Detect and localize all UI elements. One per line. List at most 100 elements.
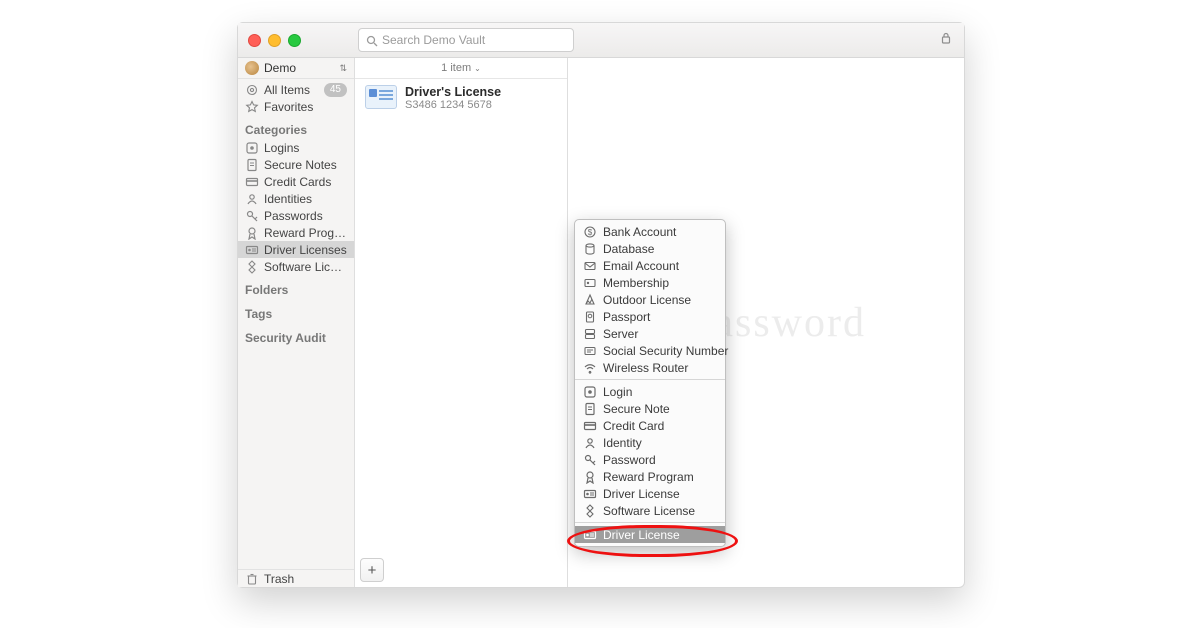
passport-icon — [583, 310, 597, 324]
key-icon — [583, 453, 597, 467]
sidebar-item-label: Secure Notes — [264, 158, 347, 172]
menu-item-label: Social Security Number — [603, 344, 728, 358]
sidebar-category[interactable]: Passwords — [238, 207, 354, 224]
menu-item-label: Driver License — [603, 487, 680, 501]
tags-header: Tags — [238, 299, 354, 323]
vault-selector[interactable]: Demo ⇅ — [238, 58, 354, 79]
identity-icon — [245, 192, 259, 206]
driver-license-icon — [365, 85, 397, 109]
software-icon — [583, 504, 597, 518]
menu-item[interactable]: Reward Program — [575, 468, 725, 485]
trash-icon — [245, 572, 259, 586]
close-window-button[interactable] — [248, 34, 261, 47]
sidebar-item-label: Credit Cards — [264, 175, 347, 189]
menu-item[interactable]: Driver License — [575, 526, 725, 543]
login-icon — [245, 141, 259, 155]
item-count-dropdown[interactable]: 1 item ⌄ — [355, 58, 567, 79]
lock-icon — [939, 31, 954, 46]
menu-item-label: Password — [603, 453, 656, 467]
menu-item-label: Outdoor License — [603, 293, 691, 307]
license-icon — [245, 243, 259, 257]
license-icon — [583, 487, 597, 501]
sidebar-item-label: Software Licen… — [264, 260, 347, 274]
categories-header: Categories — [238, 115, 354, 139]
security-audit-header: Security Audit — [238, 323, 354, 347]
reward-icon — [583, 470, 597, 484]
sidebar-item-label: Reward Progra… — [264, 226, 347, 240]
minimize-window-button[interactable] — [268, 34, 281, 47]
menu-item-label: Email Account — [603, 259, 679, 273]
key-icon — [245, 209, 259, 223]
chevron-updown-icon: ⇅ — [339, 63, 347, 74]
menu-item-label: Login — [603, 385, 632, 399]
sidebar-favorites[interactable]: Favorites — [238, 98, 354, 115]
menu-item[interactable]: Login — [575, 383, 725, 400]
card-icon — [583, 419, 597, 433]
menu-item-label: Wireless Router — [603, 361, 688, 375]
note-icon — [583, 402, 597, 416]
sidebar-category[interactable]: Driver Licenses — [238, 241, 354, 258]
list-item[interactable]: Driver's License S3486 1234 5678 — [355, 79, 567, 117]
search-placeholder: Search Demo Vault — [382, 33, 485, 47]
outdoor-icon — [583, 293, 597, 307]
menu-item[interactable]: Software License — [575, 502, 725, 519]
menu-item[interactable]: Social Security Number — [575, 342, 725, 359]
menu-item-label: Reward Program — [603, 470, 694, 484]
menu-item[interactable]: Server — [575, 325, 725, 342]
sidebar-category[interactable]: Software Licen… — [238, 258, 354, 275]
sidebar-category[interactable]: Identities — [238, 190, 354, 207]
bank-icon — [583, 225, 597, 239]
sidebar-item-label: Driver Licenses — [264, 243, 347, 257]
window-controls — [248, 34, 301, 47]
sidebar-category[interactable]: Credit Cards — [238, 173, 354, 190]
menu-separator — [575, 522, 725, 523]
menu-item[interactable]: Passport — [575, 308, 725, 325]
menu-item-label: Server — [603, 327, 638, 341]
menu-item[interactable]: Outdoor License — [575, 291, 725, 308]
lock-button[interactable] — [939, 31, 954, 46]
app-window: Search Demo Vault Demo ⇅ All Items 45 — [237, 22, 965, 588]
new-item-menu: Bank AccountDatabase Email AccountMembers… — [574, 219, 726, 547]
sidebar-category[interactable]: Secure Notes — [238, 156, 354, 173]
menu-item-label: Credit Card — [603, 419, 664, 433]
menu-item[interactable]: Wireless Router — [575, 359, 725, 376]
sidebar-category[interactable]: Reward Progra… — [238, 224, 354, 241]
menu-item[interactable]: Email Account — [575, 257, 725, 274]
menu-item-label: Secure Note — [603, 402, 670, 416]
mail-icon — [583, 259, 597, 273]
menu-item[interactable]: Driver License — [575, 485, 725, 502]
search-icon — [365, 34, 378, 47]
all-items-count: 45 — [324, 83, 347, 97]
software-icon — [245, 260, 259, 274]
reward-icon — [245, 226, 259, 240]
gear-icon — [245, 83, 259, 97]
ssn-icon — [583, 344, 597, 358]
sidebar-trash[interactable]: Trash — [238, 570, 354, 587]
menu-item-label: Driver License — [603, 528, 680, 542]
sidebar-category[interactable]: Logins — [238, 139, 354, 156]
vault-avatar-icon — [245, 61, 259, 75]
db-icon — [583, 242, 597, 256]
menu-item[interactable]: Secure Note — [575, 400, 725, 417]
menu-item[interactable]: Password — [575, 451, 725, 468]
sidebar-all-items[interactable]: All Items 45 — [238, 81, 354, 98]
wifi-icon — [583, 361, 597, 375]
item-title: Driver's License — [405, 85, 501, 99]
menu-item-label: Identity — [603, 436, 642, 450]
add-item-button[interactable]: + — [360, 558, 384, 582]
menu-item[interactable]: Credit Card — [575, 417, 725, 434]
titlebar: Search Demo Vault — [238, 23, 964, 58]
menu-item[interactable]: Bank Account — [575, 223, 725, 240]
menu-item[interactable]: Identity — [575, 434, 725, 451]
member-icon — [583, 276, 597, 290]
menu-item[interactable]: Membership — [575, 274, 725, 291]
zoom-window-button[interactable] — [288, 34, 301, 47]
menu-item[interactable]: Database — [575, 240, 725, 257]
sidebar-item-label: Identities — [264, 192, 347, 206]
card-icon — [245, 175, 259, 189]
vault-name: Demo — [264, 61, 296, 75]
menu-item-label: Software License — [603, 504, 695, 518]
login-icon — [583, 385, 597, 399]
search-field[interactable]: Search Demo Vault — [358, 28, 574, 52]
menu-item-label: Passport — [603, 310, 650, 324]
